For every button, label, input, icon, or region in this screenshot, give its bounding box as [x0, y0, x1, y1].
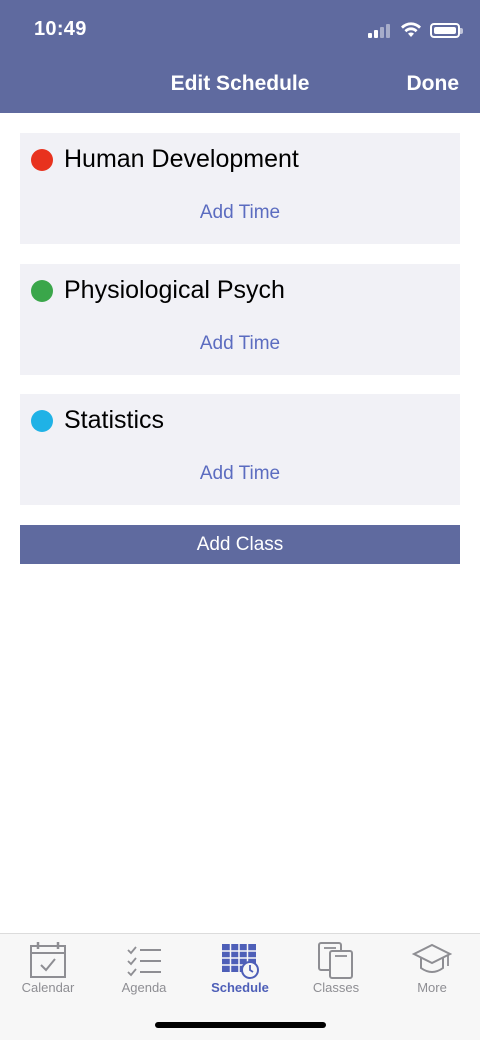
- classes-icon: [318, 942, 353, 979]
- class-card-physiological-psych: Physiological Psych Add Time: [20, 264, 460, 375]
- add-time-button[interactable]: Add Time: [20, 202, 460, 224]
- tab-label: Classes: [312, 980, 360, 995]
- home-indicator[interactable]: [155, 1022, 326, 1028]
- tab-label: Agenda: [121, 980, 167, 995]
- agenda-icon: [127, 946, 161, 977]
- class-name[interactable]: Statistics: [64, 406, 164, 435]
- tab-label: Schedule: [211, 980, 269, 995]
- calendar-icon: [30, 942, 66, 978]
- add-time-button[interactable]: Add Time: [20, 333, 460, 355]
- header: 10:49 Edit Schedule Done: [0, 0, 480, 113]
- cellular-signal-icon: [368, 22, 392, 38]
- class-color-dot: [31, 149, 53, 171]
- tab-label: More: [417, 980, 447, 995]
- schedule-icon: [222, 944, 259, 979]
- tab-calendar[interactable]: Calendar: [0, 934, 96, 1000]
- tab-classes[interactable]: Classes: [288, 934, 384, 1000]
- tab-more[interactable]: More: [384, 934, 480, 1000]
- class-name[interactable]: Human Development: [64, 145, 299, 174]
- add-time-button[interactable]: Add Time: [20, 463, 460, 485]
- add-class-button[interactable]: Add Class: [20, 525, 460, 564]
- graduation-cap-icon: [412, 943, 452, 973]
- tab-label: Calendar: [21, 980, 75, 995]
- class-color-dot: [31, 280, 53, 302]
- class-card-human-development: Human Development Add Time: [20, 133, 460, 244]
- status-icons: [368, 20, 463, 40]
- class-color-dot: [31, 410, 53, 432]
- status-time: 10:49: [34, 18, 87, 40]
- tab-agenda[interactable]: Agenda: [96, 934, 192, 1000]
- done-button[interactable]: Done: [407, 72, 460, 96]
- wifi-icon: [401, 22, 421, 37]
- class-card-statistics: Statistics Add Time: [20, 394, 460, 505]
- tab-schedule[interactable]: Schedule: [192, 934, 288, 1000]
- battery-icon: [430, 22, 463, 38]
- class-name[interactable]: Physiological Psych: [64, 276, 285, 305]
